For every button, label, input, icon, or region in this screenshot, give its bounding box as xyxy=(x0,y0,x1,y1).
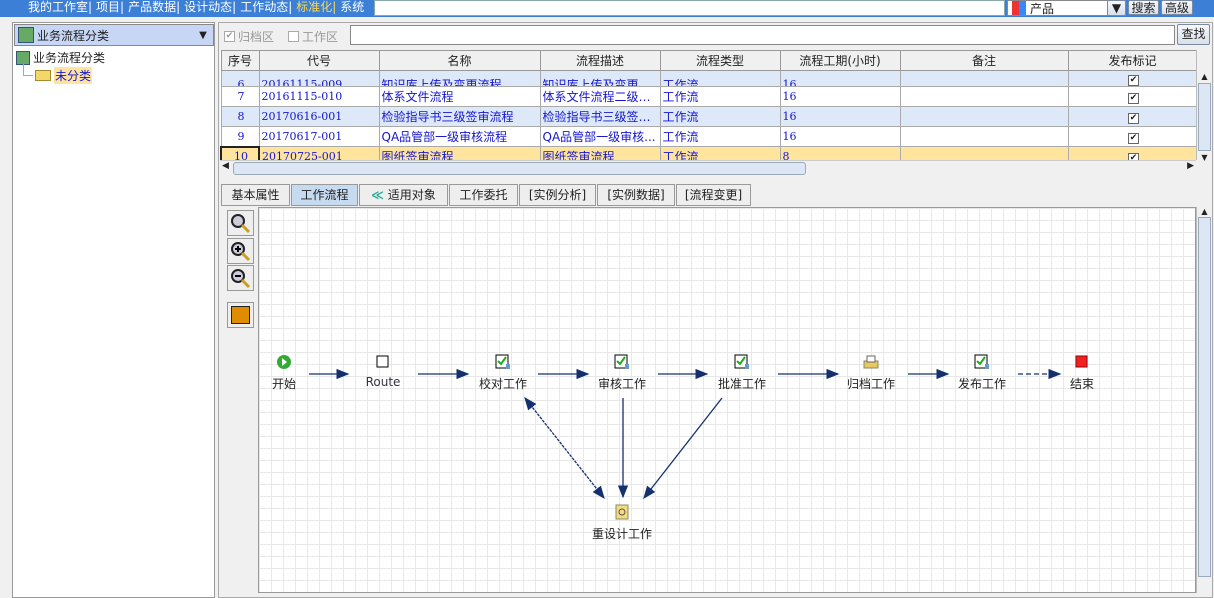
archive-node-icon xyxy=(863,354,879,370)
task-node-icon xyxy=(974,354,990,370)
flow-node-publish[interactable]: 发布工作 xyxy=(942,354,1022,392)
flow-node-route[interactable]: Route xyxy=(343,354,423,389)
node-label: 结束 xyxy=(1069,377,1094,391)
flow-node-archive[interactable]: 归档工作 xyxy=(831,354,911,392)
node-label: 批准工作 xyxy=(717,377,766,391)
redesign-node-icon xyxy=(614,504,630,520)
flow-node-end[interactable]: 结束 xyxy=(1042,354,1122,392)
node-label: 归档工作 xyxy=(846,377,895,391)
node-label: 发布工作 xyxy=(957,377,1006,391)
flow-node-redesign[interactable]: 重设计工作 xyxy=(582,504,662,542)
flow-node-start[interactable]: 开始 xyxy=(244,354,324,392)
node-label: 重设计工作 xyxy=(591,527,652,541)
node-label: 开始 xyxy=(271,377,296,391)
start-node-icon xyxy=(276,354,292,370)
edge-approve-redesign xyxy=(643,397,723,500)
task-node-icon xyxy=(614,354,630,370)
node-label: 校对工作 xyxy=(478,377,527,391)
node-label: 审核工作 xyxy=(597,377,646,391)
flow-node-approve[interactable]: 批准工作 xyxy=(702,354,782,392)
node-label: Route xyxy=(365,375,401,389)
end-node-icon xyxy=(1074,354,1090,370)
flow-node-review[interactable]: 审核工作 xyxy=(582,354,662,392)
edge-check-redesign xyxy=(524,396,605,500)
flow-node-check[interactable]: 校对工作 xyxy=(463,354,543,392)
task-node-icon xyxy=(495,354,511,370)
task-node-icon xyxy=(734,354,750,370)
route-node-icon xyxy=(375,354,391,370)
